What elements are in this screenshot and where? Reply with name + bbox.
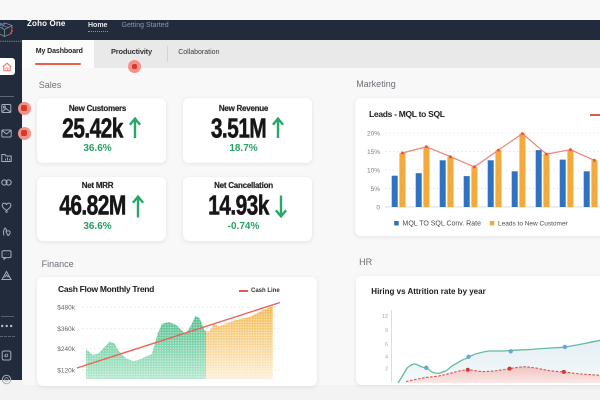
- svg-text:Leads to New Customer: Leads to New Customer: [498, 220, 569, 227]
- svg-text:$120k: $120k: [57, 367, 75, 374]
- svg-text:MQL TO SQL Conv. Rate: MQL TO SQL Conv. Rate: [403, 221, 482, 228]
- svg-text:20%: 20%: [367, 130, 380, 137]
- svg-text:4: 4: [384, 355, 387, 361]
- svg-text:12: 12: [381, 314, 387, 320]
- svg-text:2: 2: [384, 367, 387, 373]
- svg-text:9: 9: [384, 328, 387, 334]
- svg-text:$240k: $240k: [57, 346, 75, 353]
- svg-text:15%: 15%: [367, 149, 380, 156]
- svg-text:5%: 5%: [371, 186, 381, 193]
- svg-text:6: 6: [384, 342, 387, 348]
- svg-text:0: 0: [376, 204, 380, 211]
- svg-text:$360k: $360k: [57, 326, 75, 333]
- svg-text:10%: 10%: [367, 167, 380, 174]
- svg-text:$480k: $480k: [57, 304, 75, 311]
